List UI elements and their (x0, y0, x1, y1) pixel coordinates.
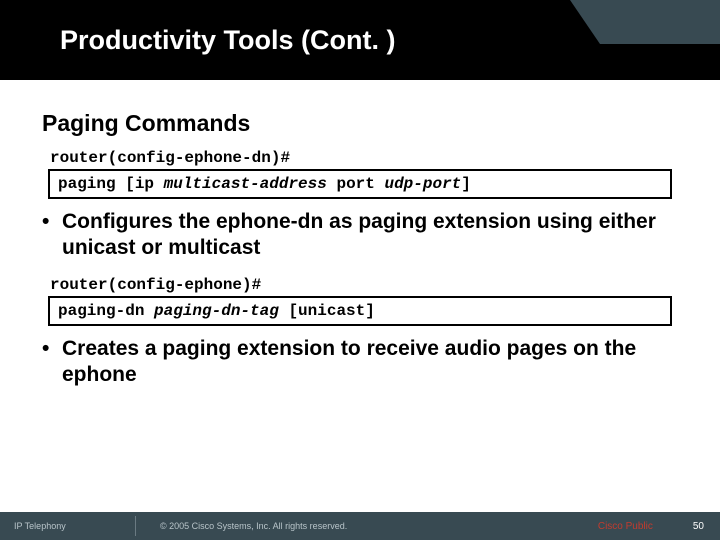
footer-public-label: Cisco Public (598, 521, 693, 532)
footer-left: IP Telephony (0, 521, 160, 531)
footer-bar: IP Telephony © 2005 Cisco Systems, Inc. … (0, 512, 720, 540)
cmd2-arg-1: paging-dn-tag (154, 302, 279, 320)
command-box-1: paging [ip multicast-address port udp-po… (48, 169, 672, 199)
footer-copyright: © 2005 Cisco Systems, Inc. All rights re… (160, 521, 598, 531)
bullet-1: Configures the ephone-dn as paging exten… (42, 209, 678, 262)
cmd2-keyword-2: [unicast] (279, 302, 375, 320)
bullet-list-2: Creates a paging extension to receive au… (42, 336, 678, 389)
cmd1-arg-2: udp-port (384, 175, 461, 193)
cmd1-keyword-2: port (327, 175, 385, 193)
footer-divider (135, 516, 136, 536)
cmd1-arg-1: multicast-address (164, 175, 327, 193)
cmd1-keyword-3: ] (461, 175, 471, 193)
cli-prompt-1: router(config-ephone-dn)# (50, 149, 678, 167)
slide: Productivity Tools (Cont. ) Paging Comma… (0, 0, 720, 540)
title-bar: Productivity Tools (Cont. ) (0, 0, 720, 80)
corner-accent-triangle (570, 0, 600, 44)
cmd2-keyword-1: paging-dn (58, 302, 154, 320)
bullet-list-1: Configures the ephone-dn as paging exten… (42, 209, 678, 262)
slide-content: Paging Commands router(config-ephone-dn)… (0, 80, 720, 388)
bullet-2: Creates a paging extension to receive au… (42, 336, 678, 389)
section-heading: Paging Commands (42, 110, 678, 137)
footer-page-number: 50 (693, 521, 720, 532)
command-box-2: paging-dn paging-dn-tag [unicast] (48, 296, 672, 326)
cmd1-keyword-1: paging [ip (58, 175, 164, 193)
cli-prompt-2: router(config-ephone)# (50, 276, 678, 294)
corner-accent (600, 0, 720, 44)
